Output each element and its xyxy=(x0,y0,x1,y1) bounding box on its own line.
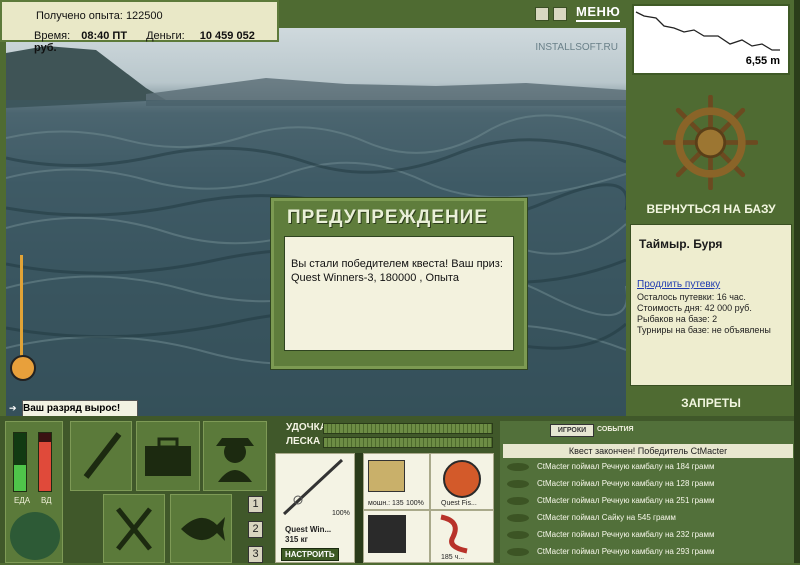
warning-dialog: ПРЕДУПРЕЖДЕНИЕ Вы стали победителем квес… xyxy=(270,197,528,370)
fish-icon xyxy=(507,497,529,505)
reel-icon xyxy=(10,355,36,381)
rank-message: Ваш разряд вырос! xyxy=(22,400,138,417)
catch-button[interactable] xyxy=(170,494,232,563)
food-fill xyxy=(14,464,26,491)
tackle-box-icon xyxy=(145,437,191,476)
line-name: Quest Fis... xyxy=(441,500,477,507)
fish-icon xyxy=(507,531,529,539)
tab-events[interactable]: СОБЫТИЯ xyxy=(597,424,634,435)
line-spool-picture xyxy=(443,460,481,498)
quest-result: Квест закончен! Победитель CtMacter xyxy=(503,444,793,458)
reel-slot[interactable]: мошн.: 135 100% xyxy=(363,453,430,510)
fish-icon xyxy=(181,517,225,541)
rod-weight: 315 кг xyxy=(285,535,308,544)
line-strength-label: ЛЕСКА xyxy=(286,436,321,447)
tackle-box-button[interactable] xyxy=(136,421,200,491)
exp-label: Получено опыта: xyxy=(36,10,123,22)
fish-icon xyxy=(507,480,529,488)
bait-info: 185 ч... xyxy=(441,554,465,561)
time-label: Время: xyxy=(34,30,71,42)
event-row: CtMacter поймал Речную камбалу на 293 гр… xyxy=(505,543,791,560)
top-bar xyxy=(279,0,626,28)
arrow-icon: ➔ xyxy=(9,403,17,413)
event-text: CtMacter поймал Речную камбалу на 251 гр… xyxy=(537,496,715,505)
reel-percent: 100% xyxy=(406,500,424,507)
return-to-base-button[interactable]: ВЕРНУТЬСЯ НА БАЗУ xyxy=(632,202,790,216)
time-money-line: Время: 08:40 ПТ Деньги: 10 459 052 руб. xyxy=(34,30,277,54)
depth-value: 6,55 m xyxy=(745,55,780,67)
extend-trip-link[interactable]: Продлить путевку xyxy=(637,279,720,290)
dialog-message: Вы стали победителем квеста! Ваш приз: Q… xyxy=(284,236,514,351)
page-2-button[interactable]: 2 xyxy=(248,521,263,538)
tackle-panel: Quest Win... 315 кг 100% НАСТРОИТЬ мошн.… xyxy=(275,453,494,563)
food-gauge xyxy=(13,432,27,492)
event-row: CtMacter поймал Речную камбалу на 232 гр… xyxy=(505,526,791,543)
rod-strength-bar xyxy=(323,423,493,434)
fish-icon xyxy=(507,463,529,471)
ship-wheel-icon[interactable] xyxy=(663,95,758,190)
hook-slot[interactable] xyxy=(363,510,430,563)
event-text: CtMacter поймал Речную камбалу на 232 гр… xyxy=(537,530,715,539)
reel-picture xyxy=(368,460,405,492)
rods-button[interactable] xyxy=(70,421,132,491)
event-row: CtMacter поймал Речную камбалу на 251 гр… xyxy=(505,492,791,509)
rod-percent: 100% xyxy=(332,510,350,517)
event-text: CtMacter поймал Речную камбалу на 293 гр… xyxy=(537,547,715,556)
base-info: Таймыр. Буря Продлить путевку Осталось п… xyxy=(630,224,792,386)
day-cost: Стоимость дня: 42 000 руб. xyxy=(637,303,752,313)
fork-knife-icon xyxy=(116,507,152,551)
base-name: Таймыр. Буря xyxy=(639,237,723,251)
fish-icon xyxy=(507,548,529,556)
event-row: CtMacter поймал Речную камбалу на 128 гр… xyxy=(505,475,791,492)
exp-line: Получено опыта: 122500 xyxy=(36,10,163,22)
hook-picture xyxy=(368,515,406,553)
time-value: 08:40 ПТ xyxy=(81,30,128,42)
food-pot-icon[interactable] xyxy=(10,512,60,560)
player-info: Получено опыта: 122500 Время: 08:40 ПТ Д… xyxy=(0,0,279,54)
rod-icon xyxy=(83,432,122,479)
depth-chart: 6,55 m xyxy=(632,4,790,75)
trip-left: Осталось путевки: 16 час. xyxy=(637,292,746,302)
page-3-button[interactable]: 3 xyxy=(248,546,263,563)
tournaments: Турниры на базе: не объявлены xyxy=(637,325,771,335)
exp-value: 122500 xyxy=(125,10,163,22)
line-slot[interactable]: Quest Fis... xyxy=(430,453,494,510)
food-label: ЕДА xyxy=(14,496,31,505)
reel-info: мошн.: 135 xyxy=(368,500,404,507)
dialog-title: ПРЕДУПРЕЖДЕНИЕ xyxy=(287,207,489,228)
worm-icon xyxy=(440,514,468,554)
tab-players[interactable]: ИГРОКИ xyxy=(550,424,594,437)
right-edge xyxy=(794,0,800,563)
fishers-count: Рыбаков на базе: 2 xyxy=(637,314,718,324)
pause-icon[interactable] xyxy=(535,7,549,21)
rod-slot[interactable]: Quest Win... 315 кг 100% НАСТРОИТЬ xyxy=(275,453,355,563)
page-1-button[interactable]: 1 xyxy=(248,496,263,513)
fisherman-icon xyxy=(216,438,254,482)
sound-icon[interactable] xyxy=(553,7,567,21)
fish-icon xyxy=(507,514,529,522)
eat-button[interactable] xyxy=(103,494,165,563)
watermark: INSTALLSOFT.RU xyxy=(535,42,618,53)
event-text: CtMacter поймал Сайку на 545 грамм xyxy=(537,513,676,522)
bait-slot[interactable]: 185 ч... xyxy=(430,510,494,563)
rod-gauge xyxy=(355,453,363,563)
rod-strength-label: УДОЧКА xyxy=(286,422,327,433)
vd-label: ВД xyxy=(41,496,52,505)
setup-button[interactable]: НАСТРОИТЬ xyxy=(281,548,339,561)
event-row: CtMacter поймал Сайку на 545 грамм xyxy=(505,509,791,526)
event-row: CtMacter поймал Речную камбалу на 184 гр… xyxy=(505,458,791,475)
event-text: CtMacter поймал Речную камбалу на 128 гр… xyxy=(537,479,715,488)
line-strength-bar xyxy=(323,437,493,448)
money-label: Деньги: xyxy=(146,30,185,42)
menu-button[interactable]: МЕНЮ xyxy=(576,4,621,22)
rod-name: Quest Win... xyxy=(285,525,332,534)
vd-gauge xyxy=(38,432,52,492)
fisherman-button[interactable] xyxy=(203,421,267,491)
vd-fill xyxy=(39,441,51,491)
event-text: CtMacter поймал Речную камбалу на 184 гр… xyxy=(537,462,715,471)
restrictions-button[interactable]: ЗАПРЕТЫ xyxy=(632,396,790,410)
